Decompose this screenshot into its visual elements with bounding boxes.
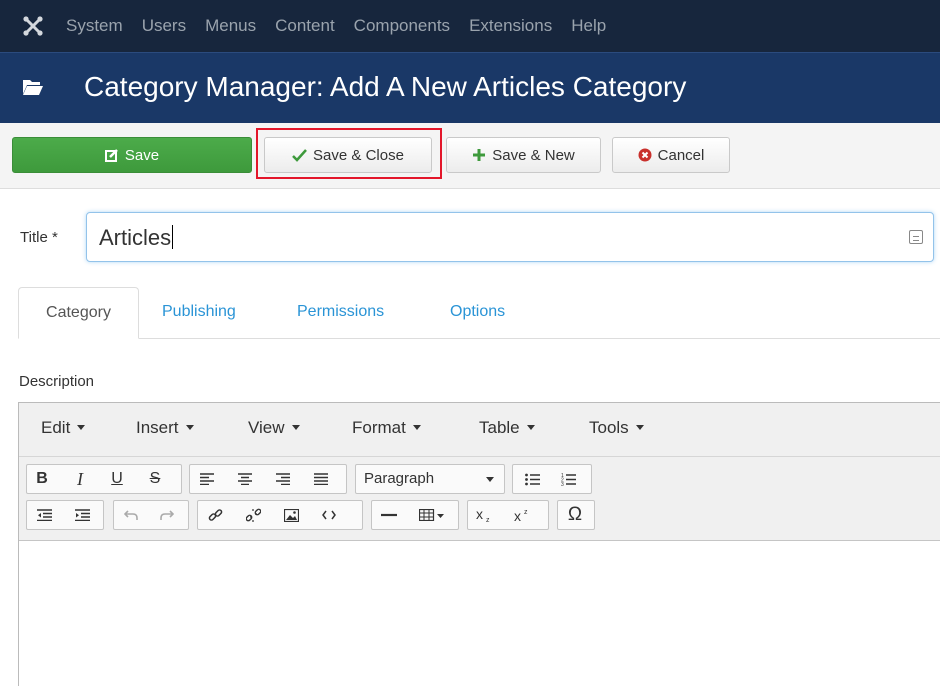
editor-menu-view[interactable]: View <box>248 418 300 438</box>
unlink-icon[interactable] <box>240 501 266 529</box>
page-title: Category Manager: Add A New Articles Cat… <box>84 71 687 102</box>
align-right-icon[interactable] <box>270 465 296 493</box>
svg-text:x: x <box>476 508 483 522</box>
svg-text:x: x <box>514 508 521 522</box>
title-input[interactable]: Articles <box>86 212 934 262</box>
link-icon[interactable] <box>202 501 228 529</box>
alignment-group <box>189 464 347 494</box>
description-label: Description <box>19 373 95 390</box>
outdent-icon[interactable] <box>31 501 57 529</box>
editor-menu-format[interactable]: Format <box>352 418 421 438</box>
editor-menu-tools[interactable]: Tools <box>589 418 644 438</box>
underline-icon[interactable]: U <box>104 465 130 493</box>
save-button-label: Save <box>124 146 160 164</box>
save-new-button[interactable]: Save & New <box>446 137 601 173</box>
table-icon[interactable] <box>412 501 452 529</box>
edit-icon <box>104 148 119 162</box>
menu-users[interactable]: Users <box>142 16 186 36</box>
undo-icon[interactable] <box>118 501 144 529</box>
text-style-group: B I U S <box>26 464 182 494</box>
tab-options[interactable]: Options <box>450 287 505 339</box>
editor-menubar: Edit Insert View Format Table Tools <box>19 403 940 457</box>
cancel-circle-icon <box>638 148 652 162</box>
plus-icon <box>472 148 486 162</box>
bold-icon[interactable]: B <box>29 465 55 493</box>
menu-help[interactable]: Help <box>571 16 606 36</box>
italic-icon[interactable]: I <box>67 465 93 493</box>
strikethrough-icon[interactable]: S <box>142 465 168 493</box>
menu-content[interactable]: Content <box>275 16 335 36</box>
rich-text-editor: Edit Insert View Format Table Tools B I … <box>18 402 940 686</box>
title-value-text: Articles <box>99 225 172 250</box>
image-icon[interactable] <box>278 501 304 529</box>
menu-system[interactable]: System <box>66 16 123 36</box>
numbered-list-icon[interactable]: 123 <box>555 465 581 493</box>
text-cursor <box>172 225 174 249</box>
superscript-icon[interactable]: xz <box>510 501 536 529</box>
title-input-value: Articles <box>99 225 174 251</box>
action-toolbar: Save Save & Close Save & New Cancel <box>0 123 940 189</box>
menu-extensions[interactable]: Extensions <box>469 16 552 36</box>
history-group <box>113 500 189 530</box>
top-menu: System Users Menus Content Components Ex… <box>66 0 625 52</box>
svg-text:z: z <box>524 509 528 516</box>
input-addon-icon[interactable] <box>909 230 923 244</box>
tab-publishing[interactable]: Publishing <box>162 287 236 339</box>
format-select-value: Paragraph <box>356 465 506 493</box>
page-header: Category Manager: Add A New Articles Cat… <box>0 52 940 123</box>
align-left-icon[interactable] <box>194 465 220 493</box>
editor-toolbar: B I U S Paragraph 1 2 3 x z x z Ω <box>19 457 940 541</box>
list-group: 123 <box>512 464 592 494</box>
omega-icon[interactable]: Ω <box>562 501 588 529</box>
folder-open-icon <box>22 78 44 101</box>
svg-text:z: z <box>486 517 490 522</box>
save-button[interactable]: Save <box>12 137 252 173</box>
format-select[interactable]: Paragraph <box>355 464 505 494</box>
subscript-icon[interactable]: xz <box>472 501 498 529</box>
redo-icon[interactable] <box>154 501 180 529</box>
joomla-logo-icon[interactable] <box>22 15 44 37</box>
special-char-group: Ω <box>557 500 595 530</box>
svg-text:3: 3 <box>561 482 564 486</box>
code-icon[interactable] <box>316 501 342 529</box>
editor-menu-table[interactable]: Table <box>479 418 535 438</box>
editor-menu-edit[interactable]: Edit <box>41 418 85 438</box>
insert-group <box>197 500 363 530</box>
align-justify-icon[interactable] <box>308 465 334 493</box>
tab-category[interactable]: Category <box>18 287 139 339</box>
horizontal-rule-icon[interactable] <box>376 501 402 529</box>
top-nav: System Users Menus Content Components Ex… <box>0 0 940 52</box>
indent-group <box>26 500 104 530</box>
menu-components[interactable]: Components <box>354 16 450 36</box>
table-group <box>371 500 459 530</box>
editor-content-area[interactable] <box>19 541 940 686</box>
title-label: Title * <box>20 229 58 246</box>
bullet-list-icon[interactable] <box>519 465 545 493</box>
indent-icon[interactable] <box>69 501 95 529</box>
cancel-label: Cancel <box>657 146 705 164</box>
tab-bar: Category Publishing Permissions Options <box>18 287 940 339</box>
highlight-box <box>256 128 442 179</box>
menu-menus[interactable]: Menus <box>205 16 256 36</box>
align-center-icon[interactable] <box>232 465 258 493</box>
save-new-label: Save & New <box>492 146 575 164</box>
script-group: xz xz <box>467 500 549 530</box>
tab-permissions[interactable]: Permissions <box>297 287 384 339</box>
editor-menu-insert[interactable]: Insert <box>136 418 194 438</box>
cancel-button[interactable]: Cancel <box>612 137 730 173</box>
